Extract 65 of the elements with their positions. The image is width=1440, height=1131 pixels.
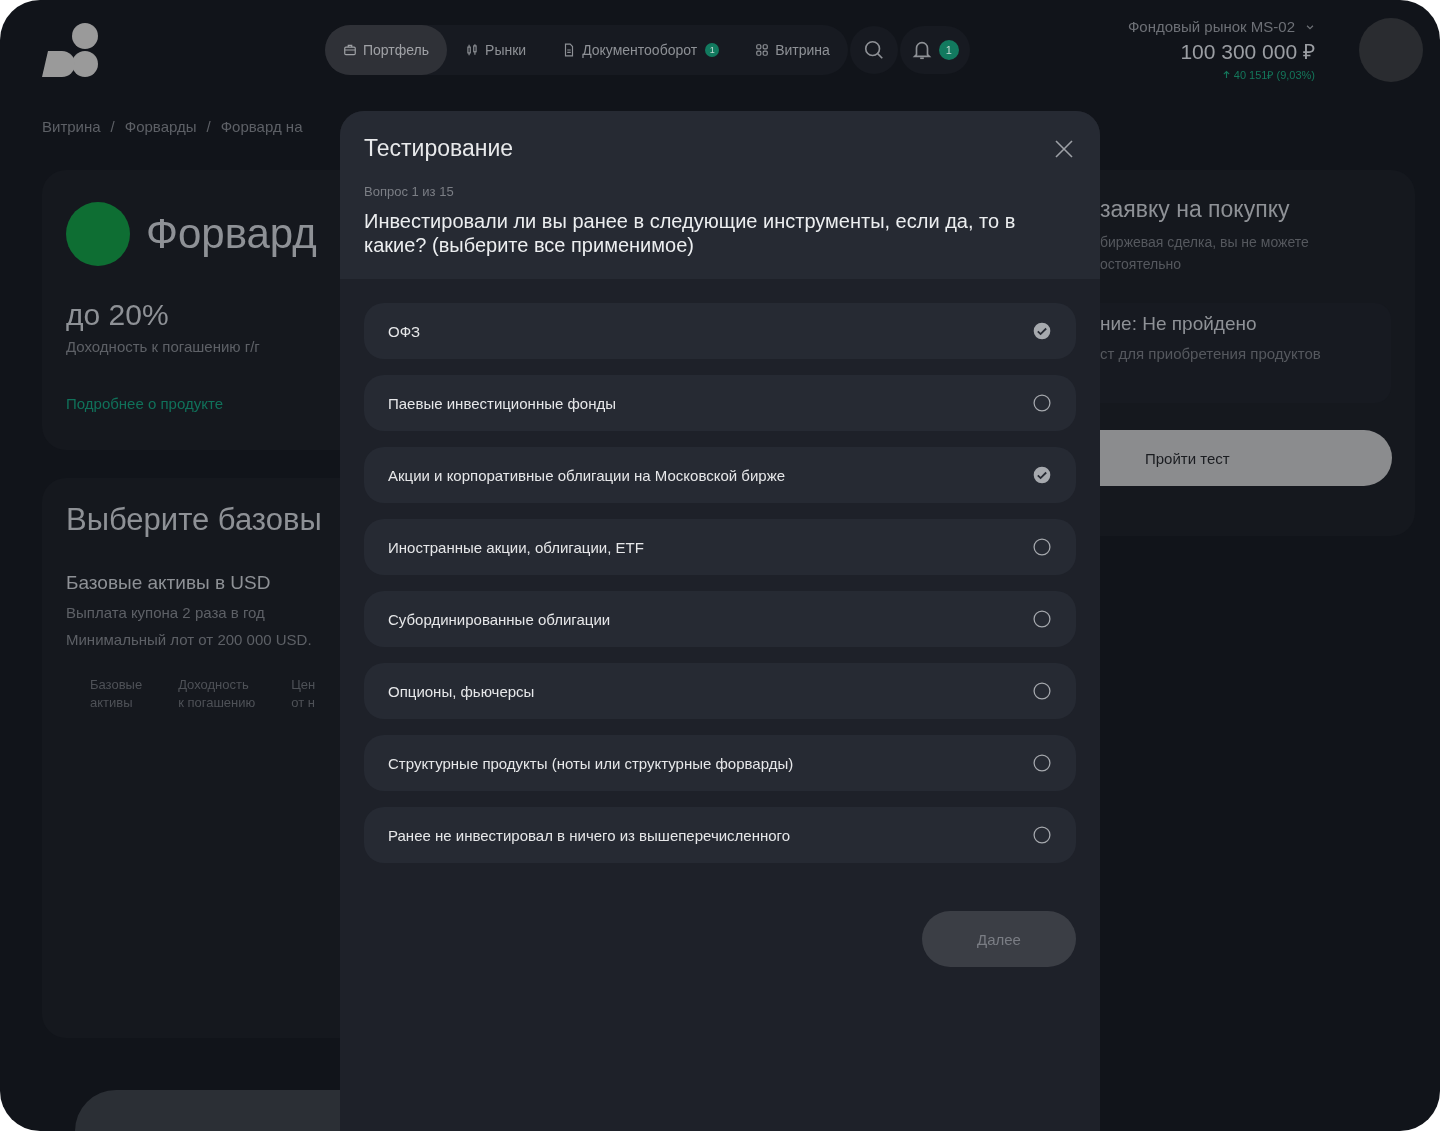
option-label: ОФЗ <box>388 322 421 340</box>
checkbox[interactable] <box>1032 465 1052 485</box>
option-label: Паевые инвестиционные фонды <box>388 394 616 412</box>
group-title: Базовые активы в USD <box>66 572 272 594</box>
answer-option[interactable]: Иностранные акции, облигации, ETF <box>364 519 1076 575</box>
note-text: Выплата купона 2 раза в год <box>66 604 266 621</box>
option-label: Структурные продукты (ноты или структурные форварды) <box>388 754 794 772</box>
answer-option[interactable]: Акции и корпоративные облигации на Московской бирже <box>364 447 1076 503</box>
bell-icon <box>910 39 933 61</box>
briefcase-icon <box>343 43 357 57</box>
nav-tab[interactable]: Документооборот 1 <box>544 25 738 75</box>
yield-label: Доходность к погашению г/г <box>66 338 261 355</box>
option-label: Иностранные акции, облигации, ETF <box>388 538 644 556</box>
card-text: остоятельно <box>1100 255 1182 274</box>
breadcrumb-link[interactable]: Форвард на <box>220 118 303 138</box>
option-label: Ранее не инвестировал в ничего из вышеперечисленного <box>388 826 791 844</box>
search-icon <box>862 39 885 61</box>
arrow-up-icon <box>1221 70 1231 79</box>
product-details-link[interactable]: Подробнее о продукте <box>66 395 223 412</box>
product-title: Форвард <box>146 210 317 258</box>
answer-option[interactable]: ОФЗ <box>364 303 1076 359</box>
nav-tab[interactable]: Портфель <box>325 25 448 75</box>
column-header: Цен от н <box>291 676 317 712</box>
note-text: Минимальный лот от 200 000 USD. <box>66 631 313 648</box>
balance-change: 40 151₽ (9,03%) <box>1233 68 1315 82</box>
checkbox[interactable] <box>1032 825 1052 845</box>
nav-tab[interactable]: Витрина <box>737 25 848 75</box>
answer-option[interactable]: Опционы, фьючерсы <box>364 663 1076 719</box>
nav-tab[interactable]: Рынки <box>447 25 545 75</box>
breadcrumb-separator: / <box>110 118 115 137</box>
question-counter: Вопрос 1 из 15 <box>364 184 455 199</box>
take-test-button[interactable]: Пройти тест <box>1100 430 1392 486</box>
card-text: биржевая сделка, вы не можете <box>1100 233 1310 252</box>
balance-amount: 100 300 000 ₽ <box>1180 39 1315 65</box>
option-label: Акции и корпоративные облигации на Московской бирже <box>388 466 786 484</box>
checkbox[interactable] <box>1032 753 1052 773</box>
dialog-title: Тестирование <box>364 135 514 162</box>
logo-icon[interactable] <box>42 22 100 78</box>
checkbox[interactable] <box>1032 321 1052 341</box>
question-text: Инвестировали ли вы ранее в следующие инструменты, если да, то в какие? (выберите все применимое) <box>364 209 1017 257</box>
answer-option[interactable]: Структурные продукты (ноты или структурные форварды) <box>364 735 1076 791</box>
count-badge: 1 <box>938 40 959 60</box>
breadcrumb-link[interactable]: Форварды <box>124 118 197 138</box>
status-text: ст для приобретения продуктов <box>1100 345 1322 362</box>
answer-option[interactable]: Ранее не инвестировал в ничего из вышеперечисленного <box>364 807 1076 863</box>
breadcrumb-link[interactable]: Витрина <box>42 118 101 138</box>
notifications-button[interactable]: 1 <box>899 26 970 74</box>
answer-option[interactable]: Паевые инвестиционные фонды <box>364 375 1076 431</box>
checkbox[interactable] <box>1032 393 1052 413</box>
checkbox[interactable] <box>1032 681 1052 701</box>
grid-icon <box>755 43 770 57</box>
answer-option[interactable]: Субординированные облигации <box>364 591 1076 647</box>
option-label: Субординированные облигации <box>388 610 611 628</box>
breadcrumb-separator: / <box>206 118 211 137</box>
checkbox[interactable] <box>1032 609 1052 629</box>
card-title: заявку на покупку <box>1100 196 1291 223</box>
column-header: Базовые активы <box>90 676 143 712</box>
count-badge: 1 <box>705 43 720 57</box>
yield-value: до 20% <box>66 298 170 332</box>
candlestick-icon <box>465 43 480 57</box>
option-label: Опционы, фьючерсы <box>388 682 535 700</box>
checkbox[interactable] <box>1032 537 1052 557</box>
status-title: ние: Не пройдено <box>1100 313 1258 335</box>
section-title: Выберите базовы <box>66 502 323 538</box>
account-name: Фондовый рынок MS-02 <box>1127 18 1295 35</box>
